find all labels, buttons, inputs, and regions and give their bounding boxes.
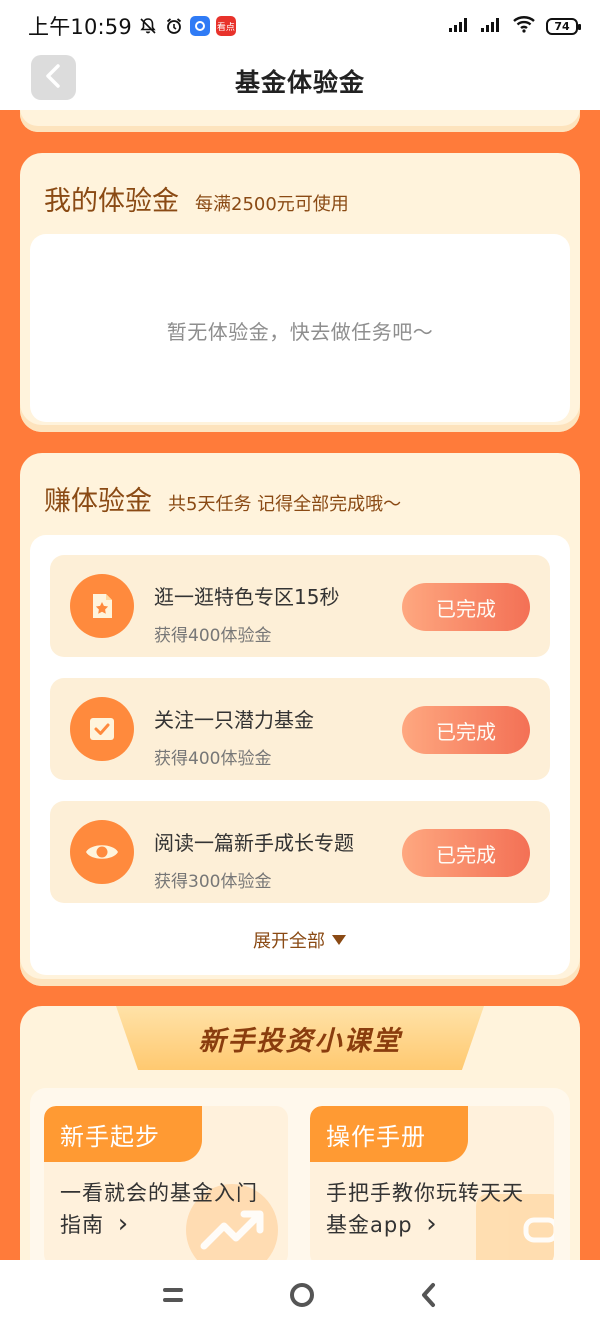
chevron-right-icon: › (117, 1209, 130, 1239)
news-app-icon: 看点 (215, 16, 236, 36)
task-reward: 获得400体验金 (154, 749, 272, 769)
signal-icon-2 (480, 14, 502, 38)
task-item: 关注一只潜力基金 获得400体验金 已完成 (50, 678, 550, 780)
course-description-text: 一看就会的基金入门指南 (60, 1181, 258, 1237)
content-area[interactable]: 我的体验金 每满2500元可使用 暂无体验金，快去做任务吧～ 赚体验金 共5天任… (0, 110, 600, 1260)
completed-button[interactable]: 已完成 (402, 583, 530, 631)
wifi-icon (512, 14, 536, 38)
completed-button[interactable]: 已完成 (402, 706, 530, 754)
classroom-banner: 新手投资小课堂 (116, 1006, 484, 1070)
alarm-icon (164, 16, 184, 36)
battery-indicator: 74 (546, 17, 581, 35)
back-triangle-icon[interactable] (419, 1282, 439, 1312)
star-document-icon (70, 574, 134, 638)
system-nav-bar (0, 1260, 600, 1333)
status-time: 上午10:59 (28, 15, 132, 39)
status-bar: 上午10:59 看点 74 (0, 0, 600, 52)
expand-all-button[interactable]: 展开全部 (30, 927, 570, 953)
course-description: 一看就会的基金入门指南 › (60, 1178, 260, 1241)
task-name: 阅读一篇新手成长专题 (154, 831, 354, 855)
task-list: 逛一逛特色专区15秒 获得400体验金 已完成 关注一只潜力基金 获得400体验… (30, 535, 570, 975)
completed-button[interactable]: 已完成 (402, 829, 530, 877)
course-description: 手把手教你玩转天天基金app › (326, 1178, 526, 1241)
classroom-card: 新手投资小课堂 新手起步 一看就会的基金入门指南 › 操作手册 手把手教你玩转天… (20, 1006, 580, 1260)
app-notification-icon (189, 16, 210, 36)
course-tag: 新手起步 (44, 1106, 202, 1162)
my-voucher-empty-panel: 暂无体验金，快去做任务吧～ (30, 234, 570, 422)
eye-icon (70, 820, 134, 884)
task-reward: 获得400体验金 (154, 626, 272, 646)
course-card-beginner[interactable]: 新手起步 一看就会的基金入门指南 › (44, 1106, 288, 1260)
task-item: 逛一逛特色专区15秒 获得400体验金 已完成 (50, 555, 550, 657)
classroom-banner-text: 新手投资小课堂 (198, 1025, 402, 1057)
expand-all-label: 展开全部 (253, 931, 325, 952)
earn-header: 赚体验金 共5天任务 记得全部完成哦～ (20, 453, 580, 518)
course-card-manual[interactable]: 操作手册 手把手教你玩转天天基金app › (310, 1106, 554, 1260)
home-icon[interactable] (288, 1281, 316, 1313)
task-name: 关注一只潜力基金 (154, 708, 314, 732)
nav-bar: 基金体验金 (0, 52, 600, 110)
earn-subtitle: 共5天任务 记得全部完成哦～ (168, 494, 402, 515)
my-voucher-subtitle: 每满2500元可使用 (195, 194, 349, 215)
my-voucher-card: 我的体验金 每满2500元可使用 暂无体验金，快去做任务吧～ (20, 153, 580, 432)
task-name: 逛一逛特色专区15秒 (154, 585, 340, 609)
my-voucher-title: 我的体验金 (44, 186, 179, 217)
checkbox-icon (70, 697, 134, 761)
my-voucher-header: 我的体验金 每满2500元可使用 (20, 153, 580, 218)
page-title: 基金体验金 (234, 68, 365, 97)
course-description-text: 手把手教你玩转天天基金app (326, 1181, 524, 1237)
triangle-down-icon (331, 930, 347, 951)
previous-card-bottom (20, 110, 580, 132)
chevron-right-icon: › (426, 1209, 438, 1239)
course-tag: 操作手册 (310, 1106, 468, 1162)
back-button[interactable] (31, 55, 76, 100)
status-left: 上午10:59 看点 (28, 11, 236, 41)
empty-state-text: 暂无体验金，快去做任务吧～ (166, 320, 434, 344)
earn-voucher-card: 赚体验金 共5天任务 记得全部完成哦～ 逛一逛特色专区15秒 获得400体验金 … (20, 453, 580, 986)
task-reward: 获得300体验金 (154, 872, 272, 892)
earn-title: 赚体验金 (44, 486, 152, 517)
mute-bell-icon (138, 16, 158, 36)
chevron-left-icon (43, 63, 65, 93)
signal-icon (448, 14, 470, 38)
status-right: 74 (448, 14, 581, 38)
task-item: 阅读一篇新手成长专题 获得300体验金 已完成 (50, 801, 550, 903)
menu-icon[interactable] (161, 1284, 185, 1310)
